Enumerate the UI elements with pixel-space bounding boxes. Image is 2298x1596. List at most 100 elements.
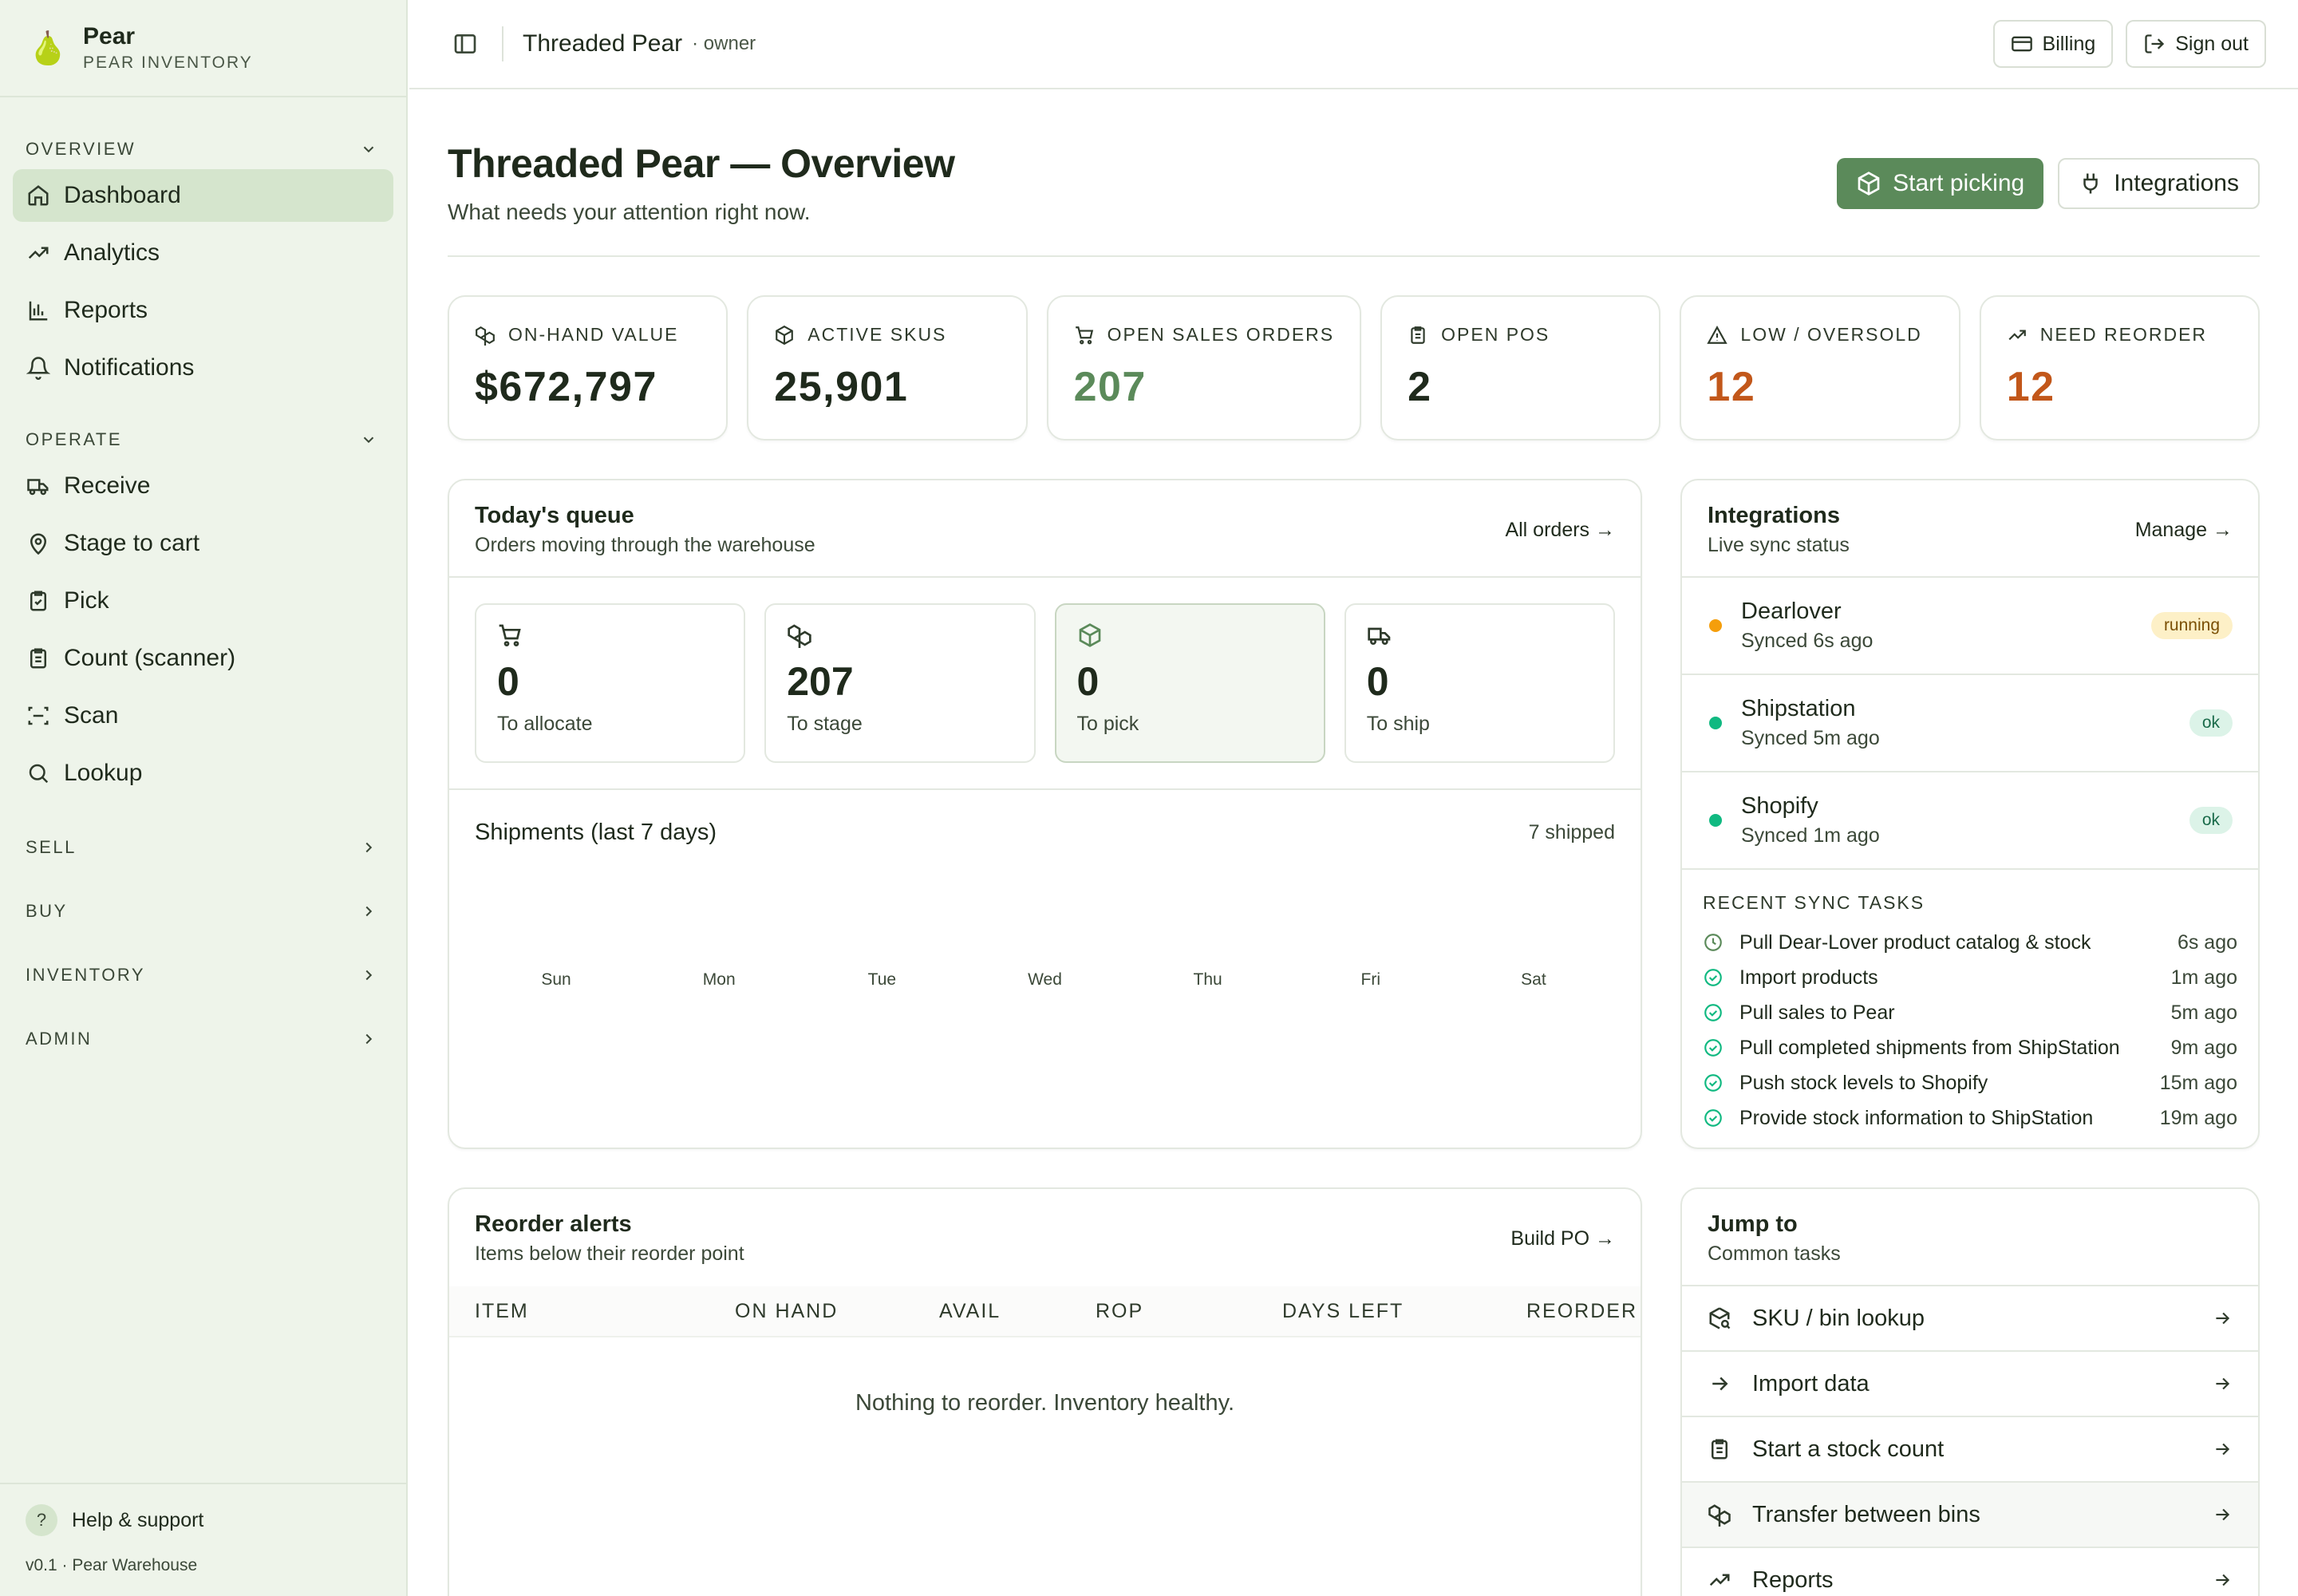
integrations-button[interactable]: Integrations — [2058, 158, 2260, 209]
user-role: · owner — [692, 33, 756, 54]
sidebar-toggle-button[interactable] — [448, 26, 483, 61]
help-support-link[interactable]: ? Help & support — [26, 1484, 381, 1556]
nav-section-operate[interactable]: OPERATE — [0, 415, 406, 464]
shipments-chart-svg: Sun Mon Tue Wed Thu Fri Sat — [541, 970, 1546, 989]
task-label: Pull Dear-Lover product catalog & stock — [1739, 930, 2091, 954]
jump-label: Start a stock count — [1752, 1436, 1945, 1462]
sidebar-item-label: Pick — [64, 587, 109, 614]
sync-task: Pull sales to Pear 5m ago — [1703, 995, 2237, 1030]
sidebar-item-dashboard[interactable]: Dashboard — [13, 169, 393, 222]
jump-label: Import data — [1752, 1370, 1870, 1396]
jump-reports[interactable]: Reports — [1682, 1548, 2258, 1596]
empty-state: Nothing to reorder. Inventory healthy. — [855, 1390, 1235, 1416]
sidebar-item-reports[interactable]: Reports — [13, 284, 393, 337]
queue-to-ship[interactable]: 0 To ship — [1344, 603, 1615, 763]
package-icon — [776, 325, 794, 345]
start-picking-button[interactable]: Start picking — [1837, 158, 2044, 209]
sidebar-item-lookup[interactable]: Lookup — [13, 747, 393, 800]
truck-icon — [1368, 627, 1391, 645]
brand[interactable]: 🍐 Pear PEAR INVENTORY — [0, 0, 406, 97]
integrations-card: Integrations Live sync status Manage → D… — [1680, 479, 2260, 1149]
integration-row-shopify[interactable]: Shopify Synced 1m ago ok — [1682, 772, 2258, 870]
all-orders-link[interactable]: All orders → — [1505, 519, 1615, 542]
kpi-card-active-skus[interactable]: ACTIVE SKUS 25,901 — [747, 295, 1028, 440]
kpi-card-open-pos[interactable]: OPEN POS 2 — [1380, 295, 1661, 440]
nav-section-admin[interactable]: ADMIN — [0, 1007, 406, 1071]
queue-to-pick[interactable]: 0 To pick — [1054, 603, 1325, 763]
chevron-right-icon — [365, 970, 373, 981]
org-name: Threaded Pear — [523, 30, 683, 57]
sidebar-item-stage-to-cart[interactable]: Stage to cart — [13, 517, 393, 570]
trend-icon — [2008, 330, 2026, 340]
task-time: 15m ago — [2159, 1071, 2237, 1094]
kpi-value: $672,797 — [475, 364, 657, 410]
check-circle-icon — [1704, 1004, 1722, 1021]
queue-to-stage[interactable]: 207 To stage — [764, 603, 1036, 763]
task-label: Provide stock information to ShipStation — [1739, 1106, 2094, 1129]
map-pin-icon — [26, 531, 51, 556]
integration-sync-time: Synced 1m ago — [1741, 824, 1880, 847]
sign-out-button[interactable]: Sign out — [2126, 20, 2266, 68]
arrow-right-icon — [2216, 1574, 2230, 1586]
kpi-card-open-sales-orders[interactable]: OPEN SALES ORDERS 207 — [1046, 295, 1362, 440]
jump-start-stock-count[interactable]: Start a stock count — [1682, 1417, 2258, 1483]
status-badge: running — [2150, 612, 2233, 639]
clipboard-icon — [26, 646, 51, 671]
column-header[interactable]: ITEM — [475, 1300, 529, 1323]
chevron-right-icon — [365, 842, 373, 853]
shipments-chart: Sun Mon Tue Wed Thu Fri Sat — [475, 875, 1615, 1018]
queue-label: To pick — [1076, 713, 1139, 735]
sidebar-item-count-scanner[interactable]: Count (scanner) — [13, 632, 393, 685]
build-po-link[interactable]: Build PO → — [1510, 1227, 1615, 1250]
shipments-count: 7 shipped — [1528, 820, 1615, 843]
chart-tick-label: Sun — [541, 970, 571, 989]
column-header[interactable]: REORDER — [1526, 1300, 1637, 1323]
column-header[interactable]: ON HAND — [735, 1300, 838, 1323]
jump-import-data[interactable]: Import data — [1682, 1352, 2258, 1417]
sidebar-item-pick[interactable]: Pick — [13, 575, 393, 627]
brand-name: Pear — [83, 23, 136, 49]
jump-transfer-between-bins[interactable]: Transfer between bins — [1682, 1483, 2258, 1548]
start-picking-label: Start picking — [1893, 170, 2025, 196]
kpi-card-low-oversold[interactable]: LOW / OVERSOLD 12 — [1680, 295, 1960, 440]
bell-icon — [26, 355, 51, 381]
column-header[interactable]: AVAIL — [939, 1300, 1001, 1323]
chart-tick-label: Fri — [1361, 970, 1381, 989]
sidebar-item-label: Notifications — [64, 354, 195, 381]
nav-section-overview[interactable]: OVERVIEW — [0, 124, 406, 174]
kpi-card-on-hand-value[interactable]: ON-HAND VALUE $672,797 — [448, 295, 728, 440]
brand-subtitle: PEAR INVENTORY — [83, 53, 253, 72]
nav-section-sell[interactable]: SELL — [0, 816, 406, 879]
package-search-icon — [1709, 1307, 1731, 1329]
sidebar-item-label: Count (scanner) — [64, 645, 236, 671]
queue-to-allocate[interactable]: 0 To allocate — [475, 603, 746, 763]
sidebar-item-scan[interactable]: Scan — [13, 689, 393, 742]
status-badge: ok — [2189, 709, 2233, 737]
sidebar-item-receive[interactable]: Receive — [13, 460, 393, 512]
clipboard-list-icon — [1712, 1439, 1727, 1460]
sidebar-item-analytics[interactable]: Analytics — [13, 227, 393, 279]
search-icon — [26, 760, 51, 786]
integration-row-dearlover[interactable]: Dearlover Synced 6s ago running — [1682, 578, 2258, 675]
check-circle-icon — [1704, 1039, 1722, 1057]
status-dot — [1709, 717, 1722, 729]
kpi-card-need-reorder[interactable]: NEED REORDER 12 — [1979, 295, 2260, 440]
nav-section-inventory[interactable]: INVENTORY — [0, 943, 406, 1007]
column-header[interactable]: DAYS LEFT — [1282, 1300, 1404, 1323]
chart-tick-label: Thu — [1194, 970, 1222, 989]
trend-icon — [1709, 1574, 1730, 1586]
billing-button[interactable]: Billing — [1992, 20, 2114, 68]
jump-sku-bin-lookup[interactable]: SKU / bin lookup — [1682, 1286, 2258, 1352]
task-time: 19m ago — [2159, 1106, 2237, 1129]
trend-icon — [26, 240, 51, 266]
integration-row-shipstation[interactable]: Shipstation Synced 5m ago ok — [1682, 675, 2258, 772]
task-time: 1m ago — [2170, 966, 2237, 989]
sidebar-item-notifications[interactable]: Notifications — [13, 342, 393, 394]
column-header[interactable]: ROP — [1096, 1300, 1143, 1323]
billing-label: Billing — [2042, 32, 2096, 55]
manage-link[interactable]: Manage → — [2135, 519, 2233, 542]
arrow-right-icon — [2216, 1312, 2230, 1325]
nav-section-buy[interactable]: BUY — [0, 879, 406, 943]
alert-triangle-icon — [1707, 325, 1728, 344]
chevron-down-icon — [363, 437, 374, 444]
